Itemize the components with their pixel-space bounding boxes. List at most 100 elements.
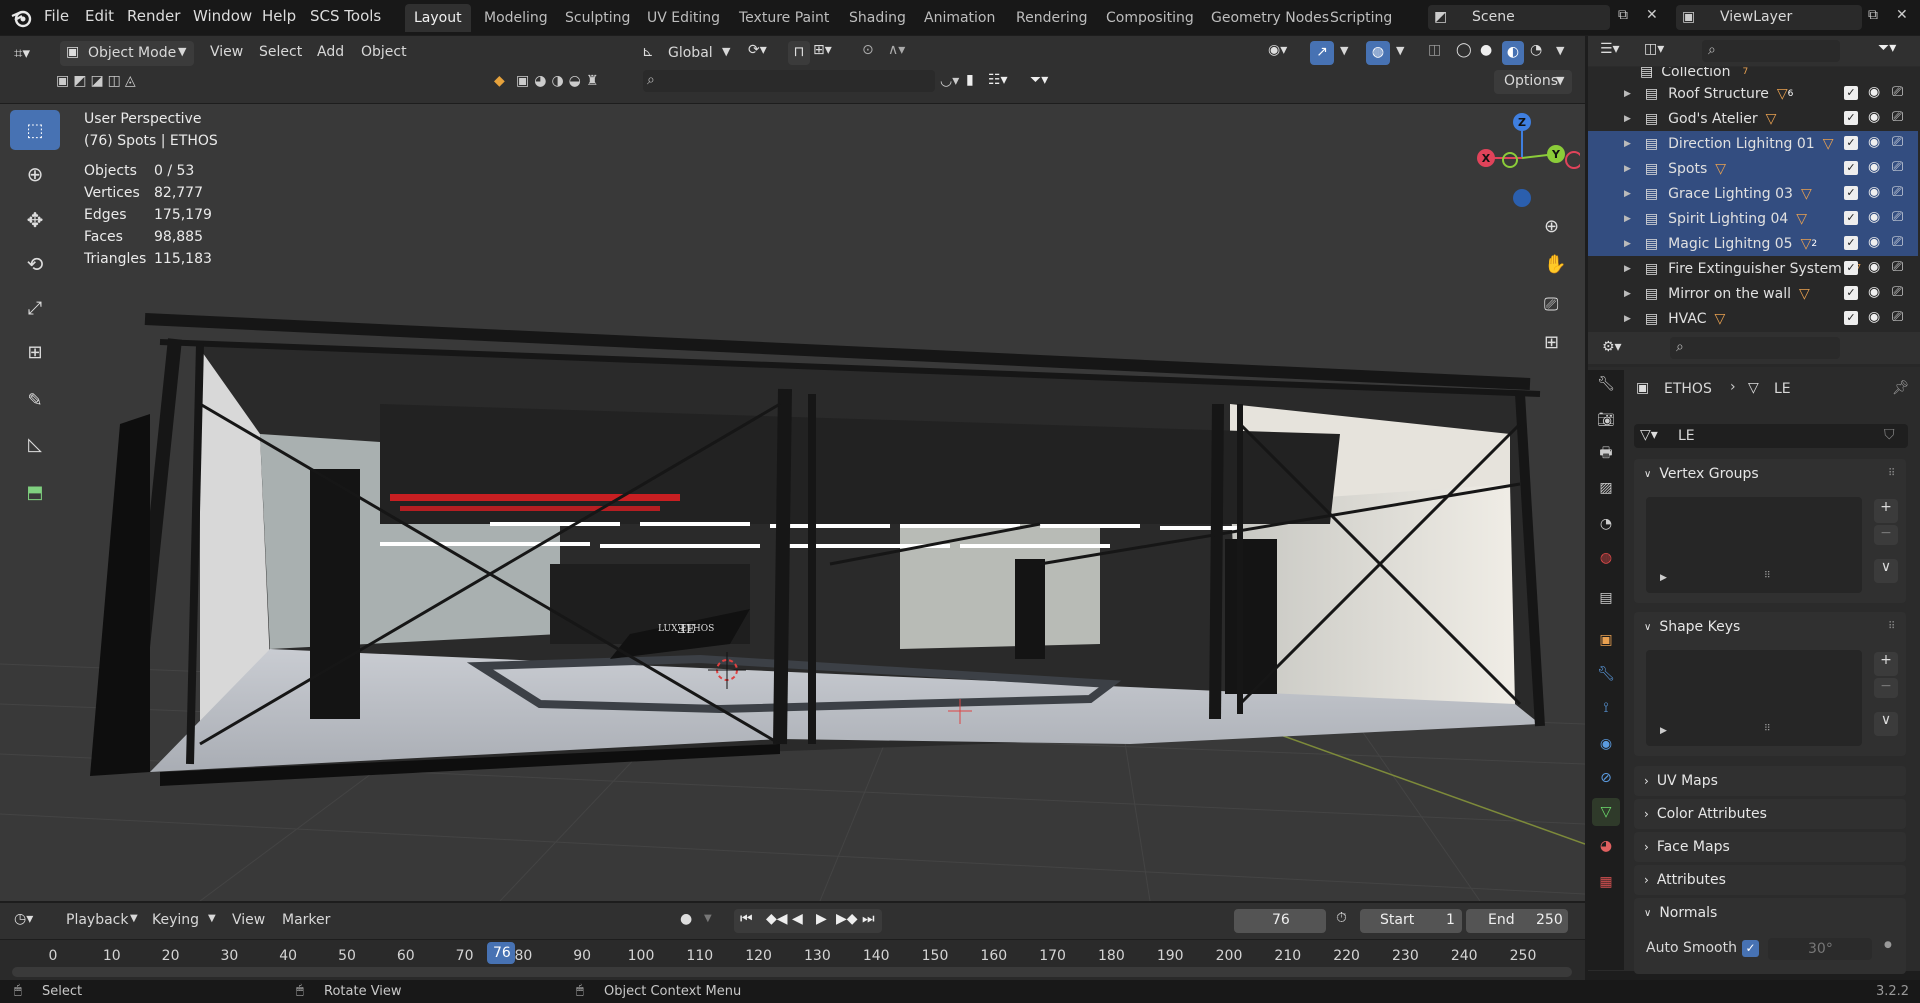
- tab-physics[interactable]: ◉: [1592, 730, 1620, 758]
- stopwatch-icon[interactable]: ⏱: [1336, 910, 1347, 926]
- panel-header[interactable]: ∨ Normals: [1634, 898, 1906, 928]
- gizmo-neg-y[interactable]: [1502, 152, 1518, 168]
- expand-arrow-icon[interactable]: ▶: [1624, 239, 1631, 249]
- panel-attributes[interactable]: › Attributes: [1634, 865, 1906, 895]
- tab-object[interactable]: ▣: [1592, 626, 1620, 654]
- pivot-point-icon[interactable]: ⟳▾: [748, 42, 767, 58]
- tab-particles[interactable]: ⟟: [1592, 694, 1620, 722]
- bookmark-icon[interactable]: ▮: [966, 72, 974, 88]
- measure-tool[interactable]: ◺: [10, 424, 60, 464]
- vertex-groups-list[interactable]: ▶ ⠿: [1646, 497, 1862, 593]
- next-keyframe-icon[interactable]: ▶◆: [836, 911, 858, 927]
- camera-render-icon[interactable]: ⎚: [1892, 284, 1903, 300]
- pin-icon[interactable]: 📌︎: [1892, 380, 1910, 396]
- expand-arrow-icon[interactable]: ▶: [1624, 164, 1631, 174]
- exclude-checkbox[interactable]: ✓: [1844, 111, 1858, 125]
- move-tool[interactable]: ✥: [10, 200, 60, 240]
- outliner-row[interactable]: ▶ ▤ Direction Lighitng 01 ▽ ✓ ◉ ⎚: [1588, 131, 1918, 156]
- auto-smooth-checkbox[interactable]: ✓: [1742, 940, 1759, 957]
- resize-grip-icon[interactable]: ⠿: [1764, 724, 1771, 734]
- tab-compositing[interactable]: Compositing: [1097, 4, 1203, 32]
- wireframe-shading-icon[interactable]: ◯: [1456, 42, 1472, 58]
- tab-collection[interactable]: ▤: [1592, 584, 1620, 612]
- camera-render-icon[interactable]: ⎚: [1892, 234, 1903, 250]
- delete-view-layer-icon[interactable]: ✕: [1896, 7, 1908, 23]
- editor-type-icon[interactable]: ◷▾: [14, 911, 33, 927]
- chevron-down-icon[interactable]: ▼: [1340, 44, 1348, 57]
- camera-render-icon[interactable]: ⎚: [1892, 184, 1903, 200]
- exclude-checkbox[interactable]: ✓: [1844, 211, 1858, 225]
- vertex-group-menu-button[interactable]: ∨: [1874, 559, 1898, 583]
- collapse-arrow-icon[interactable]: ‹: [1574, 104, 1579, 108]
- expand-arrow-icon[interactable]: ▶: [1660, 573, 1667, 583]
- cursor-tool[interactable]: ⊕: [10, 154, 60, 194]
- mesh-name-field[interactable]: ▽▾ LE ⛉: [1634, 424, 1908, 448]
- tab-material[interactable]: ◕: [1592, 832, 1620, 860]
- play-reverse-icon[interactable]: ◀: [792, 911, 803, 927]
- outliner-row[interactable]: ▶ ▤ Spirit Lighting 04 ▽ ✓ ◉ ⎚: [1588, 206, 1918, 231]
- tab-uv-editing[interactable]: UV Editing: [638, 4, 729, 32]
- panel-header[interactable]: ∨ Vertex Groups: [1634, 459, 1906, 489]
- tab-world[interactable]: ◍: [1592, 544, 1620, 572]
- tab-geometry-nodes[interactable]: Geometry Nodes: [1202, 4, 1338, 32]
- auto-smooth-angle-field[interactable]: 30°: [1768, 938, 1872, 960]
- menu-keying[interactable]: Keying: [152, 912, 199, 928]
- menu-edit[interactable]: Edit: [85, 7, 114, 25]
- add-shape-key-button[interactable]: +: [1874, 652, 1898, 676]
- annotate-tool[interactable]: ✎: [10, 380, 60, 420]
- scale-tool[interactable]: ⤢: [10, 288, 60, 328]
- drag-grip-icon[interactable]: ⠿: [1888, 468, 1895, 479]
- visibility-icon[interactable]: ◉▾: [1268, 42, 1287, 58]
- wire-toggle-icon[interactable]: ◡▾: [940, 73, 959, 89]
- panel-color-attributes[interactable]: › Color Attributes: [1634, 799, 1906, 829]
- exclude-checkbox[interactable]: ✓: [1844, 286, 1858, 300]
- eye-icon[interactable]: ◉: [1868, 84, 1880, 100]
- expand-arrow-icon[interactable]: ▶: [1624, 89, 1631, 99]
- new-scene-icon[interactable]: ⧉: [1618, 7, 1628, 23]
- snap-target-icon[interactable]: ⊞▾: [813, 42, 832, 58]
- rotate-tool[interactable]: ⟲: [10, 244, 60, 284]
- eye-icon[interactable]: ◉: [1868, 184, 1880, 200]
- expand-arrow-icon[interactable]: ▶: [1624, 114, 1631, 124]
- scene-selector[interactable]: ◩ Scene: [1428, 5, 1610, 30]
- display-mode-icon[interactable]: ◫▾: [1644, 41, 1664, 57]
- tab-render[interactable]: 📷︎: [1592, 406, 1620, 434]
- delete-scene-icon[interactable]: ✕: [1646, 7, 1658, 23]
- expand-arrow-icon[interactable]: ▶: [1624, 139, 1631, 149]
- current-frame-field[interactable]: 76: [1234, 909, 1326, 933]
- outliner-row[interactable]: ▶ ▤ Magic Lighitng 05 ▽ 2 ✓ ◉ ⎚: [1588, 231, 1918, 256]
- tab-modeling[interactable]: Modeling: [475, 4, 557, 32]
- proportional-edit-icon[interactable]: ⊙: [862, 42, 874, 58]
- solid-shading-icon[interactable]: ●: [1480, 42, 1492, 58]
- orientation-selector[interactable]: ⊾ Global ▼: [640, 41, 736, 66]
- prev-keyframe-icon[interactable]: ◆◀: [766, 911, 788, 927]
- menu-view[interactable]: View: [232, 912, 265, 928]
- 3d-viewport[interactable]: ƎE LUX ETHOS User Perspective (76) Spots…: [0, 104, 1585, 901]
- outliner-row[interactable]: ▶ ▤ Mirror on the wall ▽ ✓ ◉ ⎚: [1588, 281, 1918, 306]
- tab-mesh-data[interactable]: ▽: [1592, 798, 1620, 826]
- snap-toggle-icon[interactable]: ⊓: [788, 41, 810, 65]
- outliner-row[interactable]: ▶ ▤ Spots ▽ ✓ ◉ ⎚: [1588, 156, 1918, 181]
- select-box-mode-icons[interactable]: ▣◩◪◫◬: [56, 73, 140, 89]
- editor-type-icon[interactable]: ⌗▾: [14, 44, 30, 62]
- panel-face-maps[interactable]: › Face Maps: [1634, 832, 1906, 862]
- add-vertex-group-button[interactable]: +: [1874, 499, 1898, 523]
- properties-search-input[interactable]: ⌕: [1670, 337, 1840, 359]
- gizmo-neg-z[interactable]: [1513, 189, 1531, 207]
- gizmo-toggle-icon[interactable]: ↗: [1310, 41, 1334, 65]
- outliner-row[interactable]: ▶ ▤ Grace Lighting 03 ▽ ✓ ◉ ⎚: [1588, 181, 1918, 206]
- overlays-toggle-icon[interactable]: ◍: [1366, 41, 1390, 65]
- viewport-search-input[interactable]: ⌕: [643, 70, 935, 92]
- editor-type-icon[interactable]: ☰▾: [1600, 41, 1620, 57]
- new-view-layer-icon[interactable]: ⧉: [1868, 7, 1878, 23]
- exclude-checkbox[interactable]: ✓: [1844, 261, 1858, 275]
- play-icon[interactable]: ▶: [816, 911, 827, 927]
- eye-icon[interactable]: ◉: [1868, 109, 1880, 125]
- tab-texture[interactable]: ▦: [1592, 868, 1620, 896]
- eye-icon[interactable]: ◉: [1868, 259, 1880, 275]
- jump-end-icon[interactable]: ⏭: [862, 911, 875, 927]
- outliner-row[interactable]: ▶ ▤ HVAC ▽ ✓ ◉ ⎚: [1588, 306, 1918, 331]
- menu-scs-tools[interactable]: SCS Tools: [310, 7, 381, 25]
- exclude-checkbox[interactable]: ✓: [1844, 311, 1858, 325]
- panel-uv-maps[interactable]: › UV Maps: [1634, 766, 1906, 796]
